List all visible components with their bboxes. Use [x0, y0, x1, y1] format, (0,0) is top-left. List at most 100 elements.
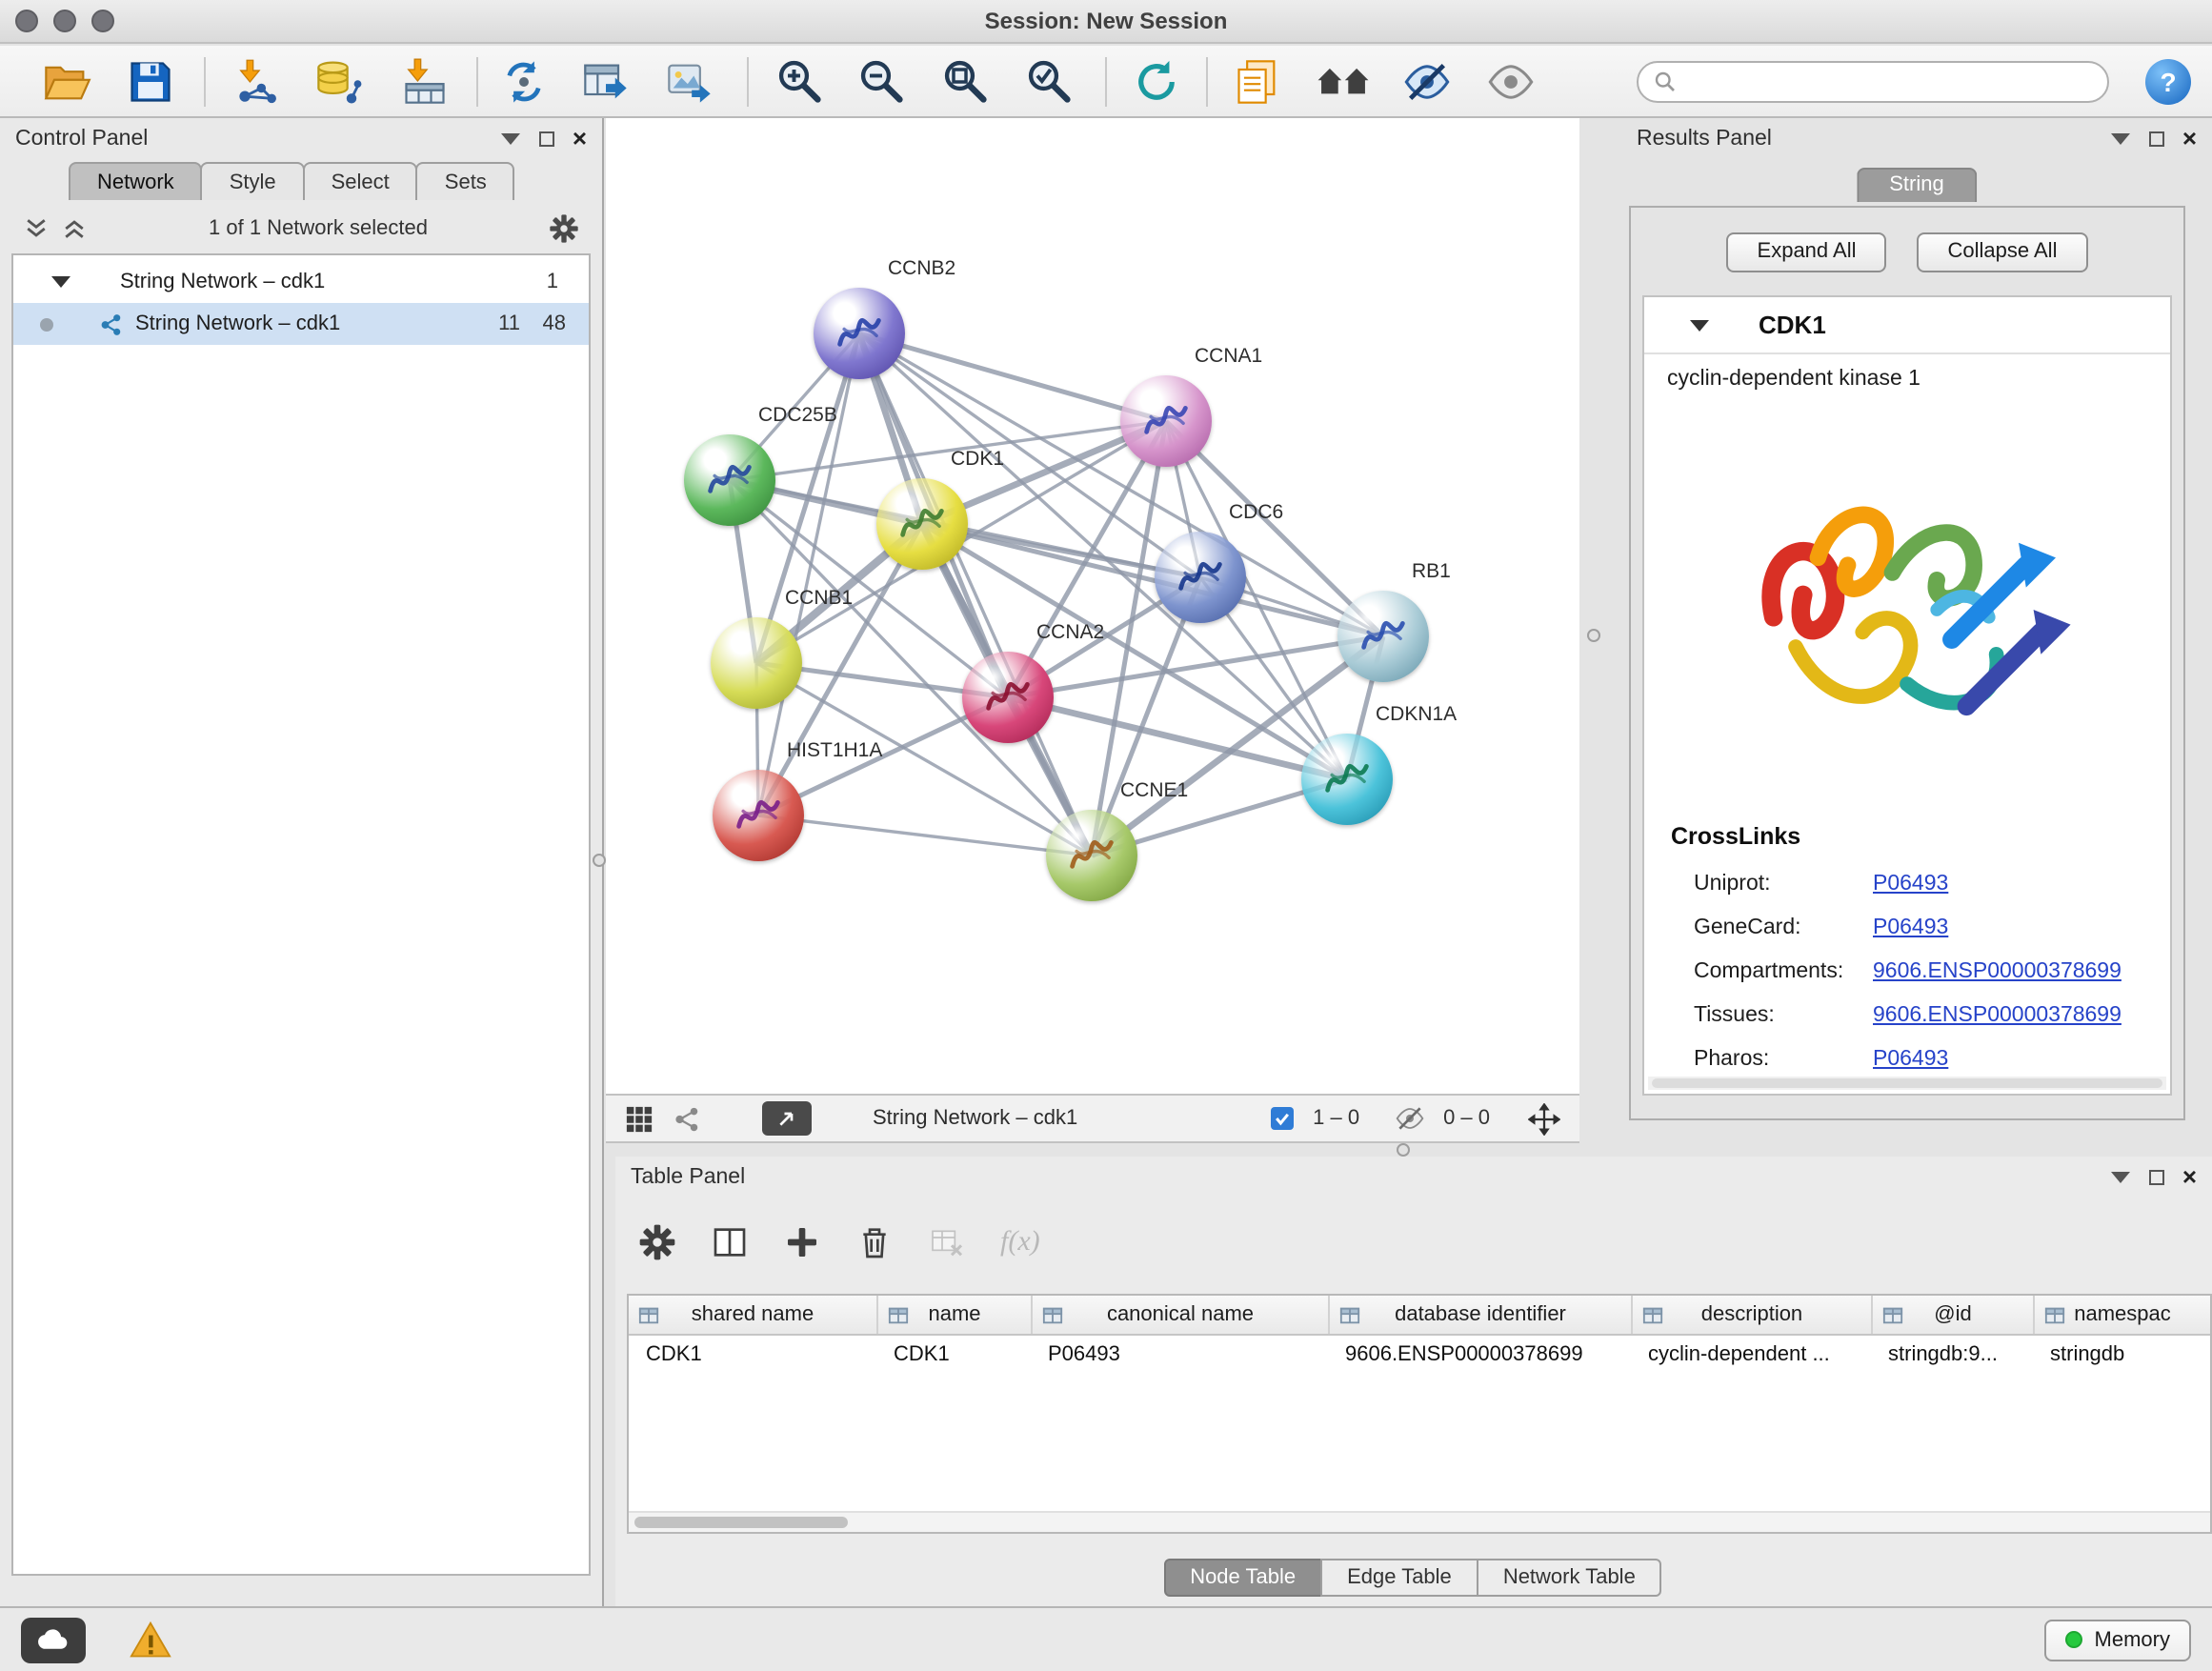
tab-node-table[interactable]: Node Table — [1163, 1559, 1322, 1597]
panel-menu-icon[interactable] — [502, 133, 521, 145]
column-header-database-identifier[interactable]: database identifier — [1328, 1296, 1631, 1334]
tab-select[interactable]: Select — [303, 162, 418, 200]
network-node-CDC25B[interactable] — [684, 434, 775, 526]
refresh-network-button[interactable] — [1128, 53, 1185, 111]
card-scrollbar[interactable] — [1648, 1077, 2166, 1090]
memory-button[interactable]: Memory — [2045, 1619, 2191, 1661]
network-node-CCNA2[interactable] — [962, 652, 1054, 743]
panel-close-icon[interactable]: × — [573, 130, 587, 149]
table-cell[interactable]: 9606.ENSP00000378699 — [1328, 1343, 1631, 1366]
tab-sets[interactable]: Sets — [416, 162, 515, 200]
network-node-CCNA1[interactable] — [1120, 375, 1212, 467]
network-row-selected[interactable]: String Network – cdk1 11 48 — [13, 303, 589, 345]
panel-close-icon[interactable]: × — [2182, 1168, 2197, 1187]
network-node-RB1[interactable] — [1337, 591, 1429, 682]
network-node-CDK1[interactable] — [876, 478, 968, 570]
network-node-CCNB2[interactable] — [814, 288, 905, 379]
warning-button[interactable] — [128, 1617, 173, 1662]
column-header-description[interactable]: description — [1631, 1296, 1871, 1334]
network-node-HIST1H1A[interactable] — [713, 770, 804, 861]
panel-float-icon[interactable] — [2150, 131, 2165, 147]
crosslink-value-link[interactable]: P06493 — [1873, 1047, 1948, 1070]
collapse-all-button[interactable]: Collapse All — [1918, 232, 2088, 272]
tab-network[interactable]: Network — [69, 162, 203, 200]
tab-style[interactable]: Style — [201, 162, 305, 200]
selected-checkbox-icon[interactable] — [1271, 1107, 1294, 1130]
gear-icon[interactable] — [549, 213, 579, 244]
birdseye-view-button[interactable] — [762, 1101, 812, 1136]
zoom-fit-button[interactable] — [937, 53, 995, 111]
panel-close-icon[interactable]: × — [2182, 130, 2197, 149]
hidden-eye-slash-icon[interactable] — [1394, 1103, 1424, 1134]
crosslink-value-link[interactable]: P06493 — [1873, 916, 1948, 938]
table-horizontal-scrollbar[interactable] — [629, 1511, 2210, 1532]
protein-card-header[interactable]: CDK1 — [1644, 297, 2170, 354]
import-table-file-button[interactable] — [396, 53, 453, 111]
vertical-splitter-handle[interactable] — [1587, 629, 1600, 642]
crosslink-value-link[interactable]: 9606.ENSP00000378699 — [1873, 1003, 2122, 1026]
tree-expander-icon[interactable] — [51, 276, 70, 288]
help-button[interactable]: ? — [2145, 59, 2191, 105]
table-cell[interactable]: stringdb:9... — [1871, 1343, 2033, 1366]
scrollbar-thumb[interactable] — [634, 1517, 848, 1528]
network-edge-HIST1H1A-CCNE1[interactable] — [758, 815, 1092, 856]
horizontal-splitter-handle[interactable] — [1397, 1143, 1410, 1157]
expand-all-icon[interactable] — [61, 215, 88, 242]
collapse-section-icon[interactable] — [1690, 319, 1709, 331]
panel-float-icon[interactable] — [2150, 1170, 2165, 1185]
crosslink-value-link[interactable]: P06493 — [1873, 872, 1948, 895]
home-button[interactable] — [1311, 53, 1376, 111]
import-network-database-button[interactable] — [311, 53, 368, 111]
column-header-shared-name[interactable]: shared name — [629, 1296, 876, 1334]
network-edge-CCNB2-CCNE1[interactable] — [859, 333, 1092, 856]
copy-document-button[interactable] — [1229, 53, 1286, 111]
table-cell[interactable]: cyclin-dependent ... — [1631, 1343, 1871, 1366]
cloud-button[interactable] — [21, 1617, 86, 1662]
table-cell[interactable]: P06493 — [1031, 1343, 1328, 1366]
zoom-out-button[interactable] — [854, 53, 911, 111]
collapse-all-icon[interactable] — [23, 215, 50, 242]
network-node-CCNE1[interactable] — [1046, 810, 1137, 901]
tab-network-table[interactable]: Network Table — [1477, 1559, 1662, 1597]
column-header-name[interactable]: name — [876, 1296, 1031, 1334]
tab-string[interactable]: String — [1857, 168, 1977, 202]
grid-mode-icon[interactable] — [625, 1104, 654, 1133]
clone-network-button[interactable] — [495, 53, 553, 111]
table-data-row[interactable]: CDK1CDK1P064939606.ENSP00000378699cyclin… — [629, 1336, 2210, 1374]
panel-float-icon[interactable] — [540, 131, 555, 147]
add-column-icon[interactable] — [783, 1223, 821, 1261]
panel-menu-icon[interactable] — [2112, 1172, 2131, 1183]
search-input[interactable] — [1688, 69, 2092, 95]
table-settings-gear-icon[interactable] — [638, 1223, 676, 1261]
vertical-splitter-handle[interactable] — [593, 854, 606, 867]
show-columns-icon[interactable] — [711, 1223, 749, 1261]
crosslink-value-link[interactable]: 9606.ENSP00000378699 — [1873, 959, 2122, 982]
table-cell[interactable]: CDK1 — [629, 1343, 876, 1366]
table-cell[interactable]: stringdb — [2033, 1343, 2210, 1366]
panel-menu-icon[interactable] — [2112, 133, 2131, 145]
tab-edge-table[interactable]: Edge Table — [1320, 1559, 1478, 1597]
show-all-button[interactable] — [1482, 53, 1539, 111]
network-collection-row[interactable]: String Network – cdk1 1 — [13, 261, 589, 303]
network-canvas[interactable]: CCNB2CCNA1CDC25BCDK1CDC6RB1CCNB1CCNA2CDK… — [606, 118, 1579, 1094]
column-header-@id[interactable]: @id — [1871, 1296, 2033, 1334]
save-session-button[interactable] — [122, 53, 179, 111]
pan-crosshair-icon[interactable] — [1528, 1102, 1560, 1135]
network-node-CDKN1A[interactable] — [1301, 734, 1393, 825]
search-box[interactable] — [1637, 61, 2109, 103]
network-node-CCNB1[interactable] — [711, 617, 802, 709]
expand-all-button[interactable]: Expand All — [1727, 232, 1887, 272]
zoom-in-button[interactable] — [772, 53, 829, 111]
network-view-mode-icon[interactable] — [673, 1104, 701, 1133]
table-cell[interactable]: CDK1 — [876, 1343, 1031, 1366]
network-node-CDC6[interactable] — [1155, 532, 1246, 623]
import-network-file-button[interactable] — [229, 53, 286, 111]
delete-column-trash-icon[interactable] — [855, 1223, 894, 1261]
column-header-namespac[interactable]: namespac — [2033, 1296, 2210, 1334]
export-image-button[interactable] — [661, 53, 718, 111]
network-edge-CDK1-RB1[interactable] — [922, 524, 1383, 636]
new-table-button[interactable] — [577, 53, 634, 111]
zoom-selected-button[interactable] — [1021, 53, 1078, 111]
column-header-canonical-name[interactable]: canonical name — [1031, 1296, 1328, 1334]
open-session-button[interactable] — [38, 53, 95, 111]
